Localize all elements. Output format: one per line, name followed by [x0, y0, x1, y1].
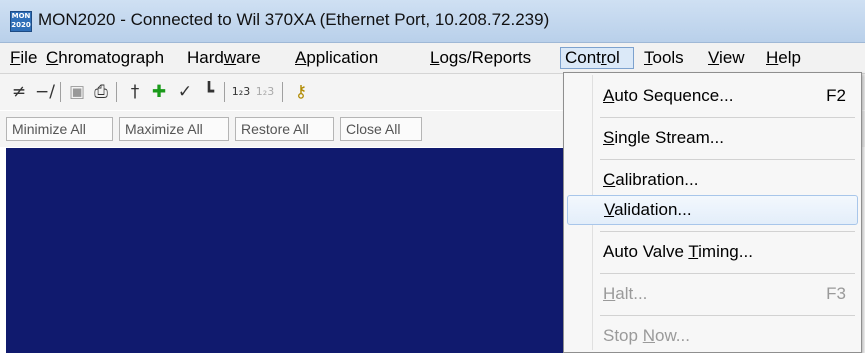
menu-file[interactable]: File: [6, 47, 41, 69]
menu-item-label: Halt...: [603, 284, 648, 303]
chromatogram-icon[interactable]: †: [124, 81, 146, 103]
menu-item-auto-sequence[interactable]: Auto Sequence... F2: [567, 81, 858, 111]
menu-separator: [600, 159, 855, 160]
menu-chromatograph[interactable]: Chromatograph: [42, 47, 168, 69]
check-icon[interactable]: ✓: [174, 81, 196, 103]
close-all-button[interactable]: Close All: [340, 117, 422, 141]
valve-icon[interactable]: ✚: [148, 81, 170, 103]
connect-icon[interactable]: ≠: [8, 81, 30, 103]
menu-separator: [600, 315, 855, 316]
number-123-disabled-icon: 1₂3: [255, 85, 275, 98]
menu-item-label: Calibration...: [603, 170, 699, 189]
toolbar-separator: [116, 82, 117, 102]
menu-item-single-stream[interactable]: Single Stream...: [567, 123, 858, 153]
menu-item-label: Single Stream...: [603, 128, 724, 147]
menu-separator: [600, 273, 855, 274]
menu-item-auto-valve-timing[interactable]: Auto Valve Timing...: [567, 237, 858, 267]
disconnect-icon[interactable]: −/: [34, 81, 56, 103]
control-menu-dropdown: Auto Sequence... F2 Single Stream... Cal…: [563, 72, 862, 353]
menu-item-shortcut: F3: [826, 284, 846, 303]
key-icon[interactable]: ⚷: [290, 81, 312, 103]
open-icon[interactable]: ▣: [66, 81, 88, 103]
toolbar-separator: [60, 82, 61, 102]
menu-application[interactable]: Application: [291, 47, 382, 69]
restore-all-button[interactable]: Restore All: [235, 117, 334, 141]
print-icon[interactable]: ⎙: [90, 81, 112, 103]
menu-item-stop-now: Stop Now...: [567, 321, 858, 351]
mon2020-app-icon[interactable]: MON 2020: [10, 11, 32, 32]
toolbar-separator: [282, 82, 283, 102]
toolbar-separator: [224, 82, 225, 102]
menu-logs-reports[interactable]: Logs/Reports: [426, 47, 535, 69]
menu-tools[interactable]: Tools: [640, 47, 688, 69]
window-title: MON2020 - Connected to Wil 370XA (Ethern…: [38, 10, 550, 29]
menu-hardware[interactable]: Hardware: [183, 47, 265, 69]
maximize-all-button[interactable]: Maximize All: [119, 117, 229, 141]
menu-view[interactable]: View: [704, 47, 749, 69]
menu-item-validation[interactable]: Validation...: [567, 195, 858, 225]
number-123-icon[interactable]: 1₂3: [230, 81, 252, 103]
menu-item-calibration[interactable]: Calibration...: [567, 165, 858, 195]
menu-item-label: Validation...: [604, 200, 692, 219]
menu-control[interactable]: Control: [560, 47, 634, 69]
minimize-all-button[interactable]: Minimize All: [6, 117, 113, 141]
menu-item-label: Stop Now...: [603, 326, 690, 345]
menu-item-halt: Halt... F3: [567, 279, 858, 309]
baseline-icon[interactable]: ┗: [198, 81, 220, 103]
menu-item-shortcut: F2: [826, 86, 846, 105]
menu-help[interactable]: Help: [762, 47, 805, 69]
menu-separator: [600, 117, 855, 118]
menu-separator: [600, 231, 855, 232]
menu-item-label: Auto Sequence...: [603, 86, 734, 105]
menu-bar: File Chromatograph Hardware Application …: [0, 43, 865, 74]
title-bar[interactable]: MON 2020 MON2020 - Connected to Wil 370X…: [0, 0, 865, 43]
menu-item-label: Auto Valve Timing...: [603, 242, 753, 261]
application-window: MON 2020 MON2020 - Connected to Wil 370X…: [0, 0, 865, 353]
